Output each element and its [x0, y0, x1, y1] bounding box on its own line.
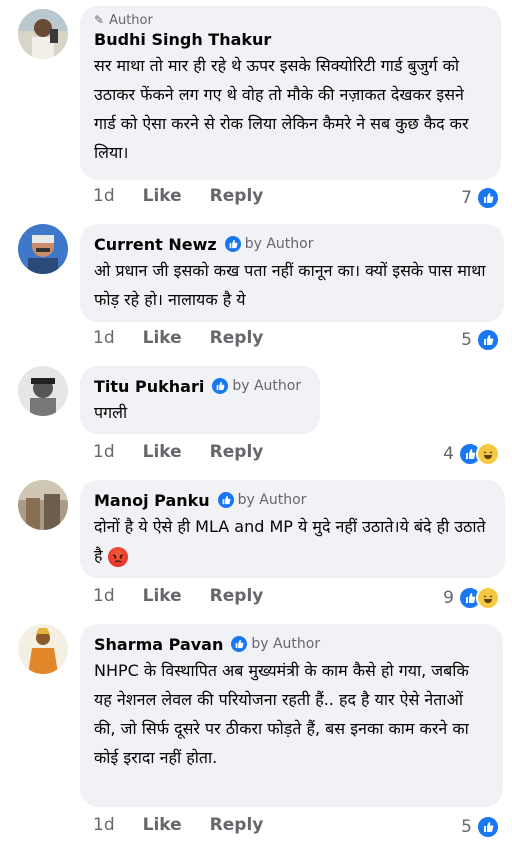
avatar[interactable]	[18, 9, 68, 59]
comment-time[interactable]: 1d	[93, 186, 115, 206]
comment-actions: 1d Like Reply	[93, 815, 291, 835]
comment-bubble: Manoj Panku by Author दोनों है ये ऐसे ही…	[80, 480, 505, 578]
comment-time[interactable]: 1d	[93, 328, 115, 348]
commenter-name[interactable]: Manoj Panku	[94, 491, 210, 510]
reactions[interactable]: 4	[443, 442, 500, 466]
commenter-name[interactable]: Current Newz	[94, 235, 217, 254]
comment-text: पगली	[94, 403, 128, 422]
like-reaction-icon	[476, 815, 500, 839]
reaction-count: 9	[443, 588, 454, 608]
reaction-count: 5	[461, 817, 472, 837]
like-reaction-icon	[476, 328, 500, 352]
comment-time[interactable]: 1d	[93, 586, 115, 606]
pencil-icon: ✎	[94, 13, 105, 27]
reaction-count: 5	[461, 330, 472, 350]
comment-actions: 1d Like Reply	[93, 442, 291, 462]
commenter-name[interactable]: Titu Pukhari	[94, 377, 204, 396]
avatar[interactable]	[18, 224, 68, 274]
reaction-count: 4	[443, 444, 454, 464]
reply-button[interactable]: Reply	[210, 186, 264, 206]
comment-text: सर माथा तो मार ही रहे थे ऊपर इसके सिक्यो…	[94, 56, 474, 162]
like-button[interactable]: Like	[143, 442, 182, 462]
like-badge-icon	[231, 636, 248, 652]
haha-reaction-icon	[476, 442, 500, 466]
reactions[interactable]: 5	[461, 328, 500, 352]
reactions[interactable]: 7	[461, 186, 500, 210]
comment-bubble: Sharma Pavan by Author NHPC के विस्थापित…	[80, 624, 503, 807]
comment-actions: 1d Like Reply	[93, 186, 291, 206]
comment-time[interactable]: 1d	[93, 815, 115, 835]
comment-header: Manoj Panku by Author	[94, 488, 491, 512]
comment-time[interactable]: 1d	[93, 442, 115, 462]
like-badge-icon	[224, 236, 241, 252]
comment-text: ओ प्रधान जी इसको कख पता नहीं कानून का। क…	[94, 261, 491, 309]
avatar[interactable]	[18, 480, 68, 530]
avatar[interactable]	[18, 624, 68, 674]
author-badge: ✎ Author	[94, 12, 153, 28]
comment-bubble: Current Newz by Author ओ प्रधान जी इसको …	[80, 224, 504, 322]
author-badge: by Author	[224, 236, 313, 252]
author-badge: by Author	[231, 636, 320, 652]
comment-actions: 1d Like Reply	[93, 328, 291, 348]
comment-text: NHPC के विस्थापित अब मुख्यमंत्री के काम …	[94, 661, 474, 767]
reply-button[interactable]: Reply	[210, 328, 264, 348]
like-button[interactable]: Like	[143, 586, 182, 606]
like-badge-icon	[217, 492, 234, 508]
reply-button[interactable]: Reply	[210, 586, 264, 606]
commenter-name[interactable]: Sharma Pavan	[94, 635, 223, 654]
avatar[interactable]	[18, 366, 68, 416]
author-badge: by Author	[212, 378, 301, 394]
comment-actions: 1d Like Reply	[93, 586, 291, 606]
reply-button[interactable]: Reply	[210, 442, 264, 462]
comment-header: Titu Pukhari by Author	[94, 374, 306, 398]
comment-bubble: ✎ Author Budhi Singh Thakur सर माथा तो म…	[80, 6, 501, 180]
comment-header: Current Newz by Author	[94, 232, 490, 256]
comment-text: दोनों है ये ऐसे ही MLA and MP ये मुदे नह…	[94, 517, 491, 567]
angry-emoji-icon	[107, 546, 128, 567]
comment-header: Sharma Pavan by Author	[94, 632, 489, 656]
reaction-count: 7	[461, 188, 472, 208]
like-reaction-icon	[476, 186, 500, 210]
haha-reaction-icon	[476, 586, 500, 610]
like-badge-icon	[212, 378, 229, 394]
like-button[interactable]: Like	[143, 328, 182, 348]
like-button[interactable]: Like	[143, 186, 182, 206]
commenter-name[interactable]: Budhi Singh Thakur	[94, 30, 487, 49]
reactions[interactable]: 9	[443, 586, 500, 610]
comment-bubble: Titu Pukhari by Author पगली	[80, 366, 320, 434]
like-button[interactable]: Like	[143, 815, 182, 835]
author-badge: by Author	[217, 492, 306, 508]
reactions[interactable]: 5	[461, 815, 500, 839]
reply-button[interactable]: Reply	[210, 815, 264, 835]
